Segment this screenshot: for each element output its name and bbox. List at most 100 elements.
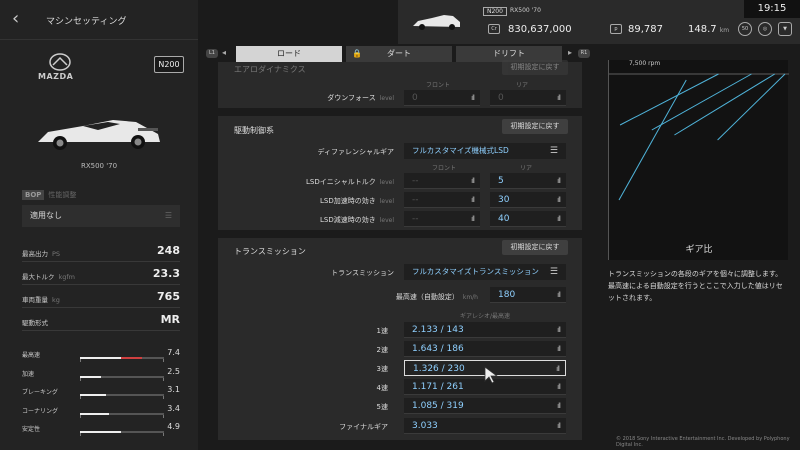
menu-icon: ☰ (164, 211, 172, 220)
downforce-unit: level (379, 95, 394, 102)
back-button[interactable]: ‹ (12, 8, 26, 29)
lsd-front-field[interactable]: -- ıll (404, 173, 480, 189)
spec-unit: kgfm (58, 273, 76, 281)
trans-select[interactable]: フルカスタマイズトランスミッション ☰ (404, 264, 566, 280)
gear-value: 1.326 / 230 (413, 364, 465, 374)
topspeed-label: 最高速（自動設定） km/h (278, 292, 478, 302)
lsd-rear-field[interactable]: 40 ıll (490, 211, 566, 227)
lsd-rear-field[interactable]: 5 ıll (490, 173, 566, 189)
rating-row: コーナリング 3.4 (22, 404, 180, 418)
l1-button-icon[interactable]: L1 (206, 49, 218, 58)
downforce-rear-value: 0 (498, 93, 504, 103)
clock: 19:15 (744, 0, 800, 18)
aero-reset-button[interactable]: 初期設定に戻す (502, 60, 568, 75)
shield-icon[interactable]: ▼ (778, 22, 792, 36)
gear-label: 2速 (376, 346, 388, 354)
points-value: 89,787 (628, 24, 663, 35)
downforce-front-value: 0 (412, 93, 418, 103)
spec-label: 最大トルク kgfm (22, 271, 75, 281)
col-front: フロント (432, 165, 457, 172)
r1-button-icon[interactable]: R1 (578, 49, 590, 58)
transmission-reset-button[interactable]: 初期設定に戻す (502, 240, 568, 255)
profile-icon[interactable]: ◎ (758, 22, 772, 36)
gear-ratio-header: ギアレシオ/最高速 (460, 313, 511, 320)
gear-lines (609, 73, 789, 201)
km-unit: km (719, 27, 730, 34)
rating-row: 加速 2.5 (22, 367, 180, 381)
spec-unit: PS (52, 250, 61, 258)
km-value: 148.7 (688, 24, 717, 35)
spec-row: 最大トルク kgfm 23.3 (22, 265, 180, 285)
signal-icon: ıll (557, 326, 561, 334)
diff-value: フルカスタマイズ機械式LSD (412, 146, 509, 155)
lsd-rear-value: 5 (498, 176, 504, 186)
copyright: © 2018 Sony Interactive Entertainment In… (616, 436, 790, 448)
page-title: マシンセッティング (46, 17, 127, 27)
signal-icon: ıll (557, 94, 561, 102)
level-icon: 50 (738, 22, 752, 36)
spec-label: 駆動形式 (22, 317, 52, 327)
downforce-front-field[interactable]: 0 ıll (404, 90, 480, 106)
spec-value: MR (160, 313, 180, 326)
cursor-icon (484, 366, 498, 384)
transmission-panel: トランスミッション 初期設定に戻す トランスミッション フルカスタマイズトランス… (218, 238, 582, 440)
gear-value: 2.133 / 143 (412, 325, 464, 335)
lsd-row-label: LSD加速時の効き level (238, 196, 394, 206)
topspeed-field[interactable]: 180 ıll (490, 287, 566, 303)
rating-label: コーナリング (22, 407, 59, 415)
diff-label: ディファレンシャルギア (317, 148, 394, 156)
pp-label: BOP 性能調整 (22, 190, 76, 200)
downforce-rear-field[interactable]: 0 ıll (490, 90, 566, 106)
col-rear: リア (520, 165, 533, 172)
tab-road[interactable]: ロード (236, 46, 342, 62)
gear-field[interactable]: 1.085 / 319 ıll (404, 398, 566, 414)
lsd-row-label: LSD減速時の効き level (238, 215, 394, 225)
gear-label: 1速 (376, 327, 388, 335)
gear-field[interactable]: 2.133 / 143 ıll (404, 322, 566, 338)
bop-badge: BOP (22, 190, 45, 200)
lsd-rear-field[interactable]: 30 ıll (490, 192, 566, 208)
trans-value: フルカスタマイズトランスミッション (412, 267, 539, 276)
signal-icon: ıll (471, 177, 475, 185)
signal-icon: ıll (557, 422, 561, 430)
drivetrain-reset-button[interactable]: 初期設定に戻す (502, 119, 568, 134)
lsd-front-value: -- (412, 176, 419, 186)
tab-dirt[interactable]: 🔒 ダート (346, 46, 452, 62)
right-arrow-icon[interactable]: ▸ (568, 48, 572, 57)
header-class-badge: N200 (483, 7, 507, 16)
gear-graph: 7,500 rpm (608, 60, 789, 260)
rating-value: 2.5 (167, 366, 180, 376)
signal-icon: ıll (557, 345, 561, 353)
tune-setting-select[interactable]: 適用なし ☰ (22, 205, 180, 227)
gear-field[interactable]: 1.643 / 186 ıll (404, 341, 566, 357)
credits-value: 830,637,000 (508, 24, 572, 35)
transmission-title: トランスミッション (234, 247, 306, 256)
menu-icon: ☰ (549, 146, 558, 156)
rating-value: 4.9 (167, 422, 180, 431)
lsd-label-text: LSD加速時の効き (319, 197, 376, 205)
lsd-front-value: -- (412, 214, 419, 224)
signal-icon: ıll (556, 365, 560, 373)
left-arrow-icon[interactable]: ◂ (222, 48, 226, 57)
rating-value: 7.4 (167, 348, 180, 357)
rating-row: ブレーキング 3.1 (22, 385, 180, 399)
drivetrain-title: 駆動制御系 (234, 126, 274, 135)
points-icon: p (610, 24, 622, 34)
rating-label: ブレーキング (22, 389, 58, 396)
diff-select[interactable]: フルカスタマイズ機械式LSD ☰ (404, 143, 566, 159)
lsd-front-field[interactable]: -- ıll (404, 211, 480, 227)
gear-line (717, 73, 786, 141)
topspeed-unit: km/h (462, 294, 478, 301)
car-name: RX500 '70 (80, 162, 118, 170)
header-car-name: RX500 '70 (510, 7, 541, 14)
topspeed-text: 最高速（自動設定） (395, 293, 459, 301)
signal-icon: ıll (471, 196, 475, 204)
rating-row: 安定性 4.9 (22, 422, 180, 436)
aero-title: エアロダイナミクス (234, 65, 306, 74)
car-info-panel: ‹ マシンセッティング mazda N200 RX500 '70 BOP 性能調整… (0, 0, 198, 450)
lsd-front-field[interactable]: -- ıll (404, 192, 480, 208)
spec-label-text: 駆動形式 (22, 319, 48, 327)
gear-label: 5速 (376, 403, 388, 411)
final-gear-field[interactable]: 3.033 ıll (404, 418, 566, 434)
signal-icon: ıll (471, 215, 475, 223)
